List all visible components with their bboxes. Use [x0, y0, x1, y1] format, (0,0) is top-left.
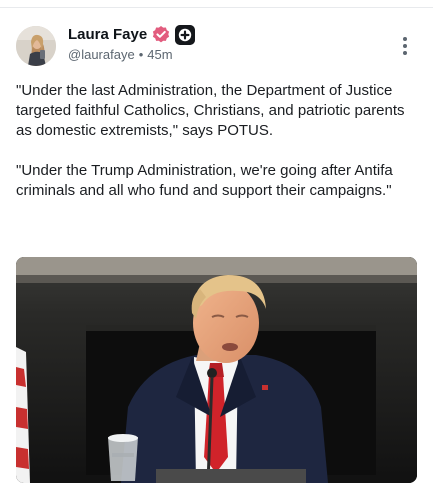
author-meta: @laurafaye • 45m — [68, 47, 173, 63]
avatar-image — [16, 26, 56, 66]
verified-check-icon — [152, 26, 170, 43]
video-frame — [16, 257, 417, 483]
post-paragraph: "Under the last Administration, the Depa… — [16, 82, 405, 139]
avatar[interactable] — [16, 26, 56, 66]
post-card[interactable]: Laura Faye @laurafaye • 45m "Under the las… — [0, 8, 433, 500]
author-handle[interactable]: @laurafaye — [68, 47, 135, 62]
meta-separator: • — [138, 47, 144, 62]
post-paragraph: "Under the Trump Administration, we're g… — [16, 162, 393, 199]
more-vertical-icon[interactable] — [396, 34, 414, 58]
post-time[interactable]: 45m — [147, 47, 172, 62]
plus-badge-icon — [175, 25, 195, 45]
post-media-video[interactable] — [16, 257, 417, 483]
post-body: "Under the last Administration, the Depa… — [16, 81, 411, 201]
author-name[interactable]: Laura Faye — [68, 26, 147, 44]
